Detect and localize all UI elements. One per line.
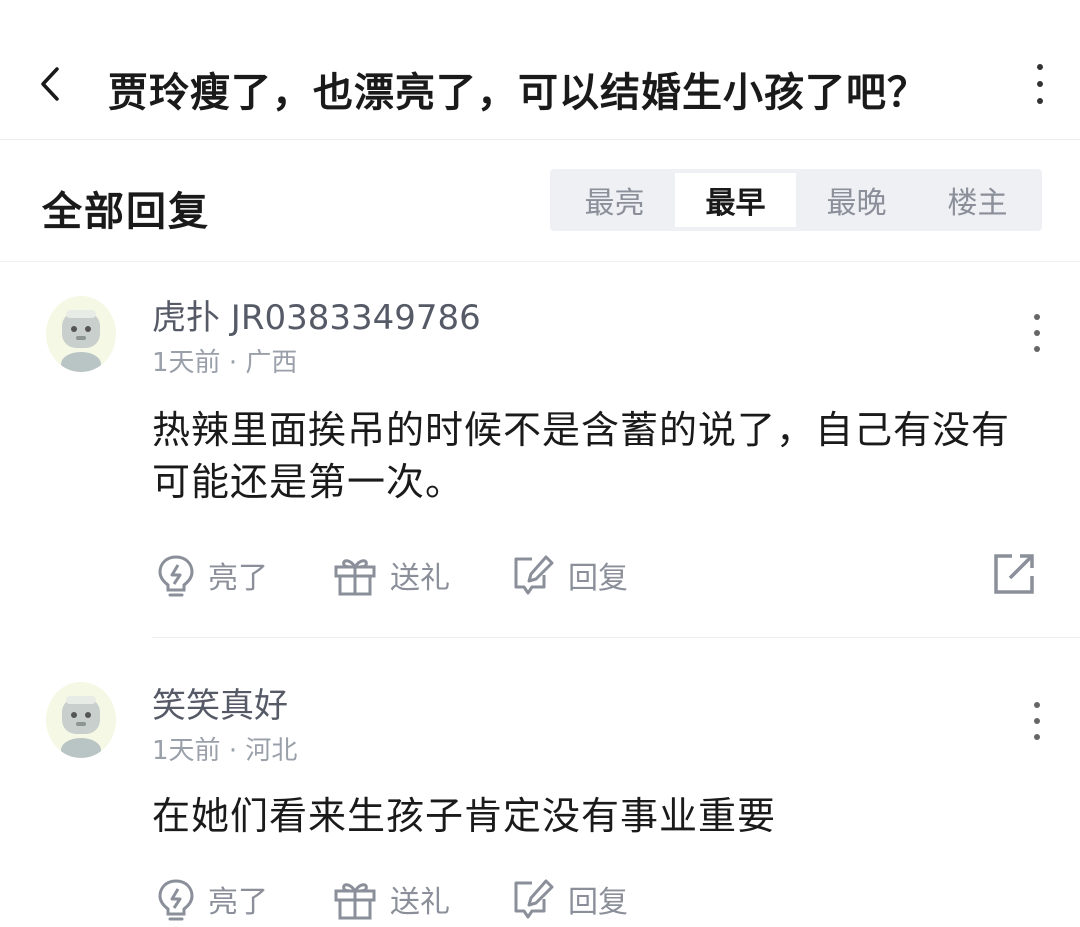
- reply-more-button[interactable]: [1032, 314, 1042, 352]
- lightbulb-icon: [158, 879, 194, 921]
- like-label: 亮了: [208, 885, 268, 920]
- meta-separator: ·: [228, 348, 246, 378]
- more-dot-icon: [1034, 346, 1040, 352]
- like-label: 亮了: [208, 561, 268, 596]
- reply-label: 回复: [568, 885, 628, 920]
- sort-tabs: 最亮 最早 最晚 楼主: [550, 169, 1042, 231]
- more-dot-icon: [1034, 702, 1040, 708]
- tab-op-only[interactable]: 楼主: [917, 173, 1038, 227]
- gift-icon: [334, 883, 376, 920]
- default-avatar-icon: [61, 310, 101, 372]
- lightbulb-icon: [158, 555, 194, 597]
- more-dot-icon: [1034, 734, 1040, 740]
- chevron-left-icon: [41, 67, 59, 101]
- meta-separator: ·: [228, 736, 246, 766]
- replies-section-header: 全部回复 最亮 最早 最晚 楼主: [0, 141, 1080, 261]
- reply-button[interactable]: 回复: [510, 874, 628, 924]
- reply-meta: 1天前 · 河北: [152, 730, 297, 767]
- tab-earliest[interactable]: 最早: [675, 173, 796, 227]
- reply-location: 广西: [245, 348, 298, 378]
- gift-button[interactable]: 送礼: [332, 550, 450, 600]
- more-dot-icon: [1037, 64, 1043, 70]
- reply-time: 1天前: [152, 348, 221, 378]
- gift-button[interactable]: 送礼: [332, 874, 450, 924]
- reply-button[interactable]: 回复: [510, 550, 628, 600]
- gift-icon: [334, 559, 376, 596]
- more-dot-icon: [1034, 330, 1040, 336]
- like-button[interactable]: 亮了: [156, 874, 268, 924]
- avatar[interactable]: [46, 682, 116, 758]
- default-avatar-icon: [61, 696, 101, 758]
- reply-actions: 亮了 送礼 回复: [152, 550, 1042, 600]
- more-dot-icon: [1034, 718, 1040, 724]
- reply-content: 热辣里面挨吊的时候不是含蓄的说了，自己有没有可能还是第一次。: [152, 408, 1011, 504]
- page-title: 贾玲瘦了，也漂亮了，可以结婚生小孩了吧？: [108, 70, 928, 116]
- tab-latest[interactable]: 最晚: [796, 173, 917, 227]
- reply-item: 笑笑真好 1天前 · 河北 在她们看来生孩子肯定没有事业重要 亮了 送礼 回复: [0, 638, 1080, 927]
- reply-content: 在她们看来生孩子肯定没有事业重要: [152, 794, 777, 838]
- reply-item: 虎扑 JR0383349786 1天前 · 广西 热辣里面挨吊的时候不是含蓄的说…: [0, 262, 1080, 638]
- username[interactable]: 笑笑真好: [152, 678, 288, 727]
- reply-actions: 亮了 送礼 回复: [152, 874, 1042, 924]
- edit-comment-icon: [514, 879, 554, 919]
- reply-meta: 1天前 · 广西: [152, 342, 297, 379]
- like-button[interactable]: 亮了: [156, 550, 268, 600]
- edit-comment-icon: [514, 555, 554, 595]
- share-icon: [994, 554, 1034, 594]
- gift-label: 送礼: [390, 885, 450, 920]
- avatar[interactable]: [46, 296, 116, 372]
- share-button[interactable]: [992, 552, 1036, 596]
- top-nav-bar: 贾玲瘦了，也漂亮了，可以结婚生小孩了吧？: [0, 0, 1080, 140]
- back-button[interactable]: [30, 62, 70, 106]
- more-options-button[interactable]: [1030, 64, 1050, 104]
- reply-time: 1天前: [152, 736, 221, 766]
- gift-label: 送礼: [390, 561, 450, 596]
- more-dot-icon: [1037, 81, 1043, 87]
- reply-more-button[interactable]: [1032, 702, 1042, 740]
- username[interactable]: 虎扑 JR0383349786: [152, 290, 481, 339]
- section-title: 全部回复: [42, 189, 210, 235]
- reply-label: 回复: [568, 561, 628, 596]
- reply-location: 河北: [245, 736, 298, 766]
- more-dot-icon: [1037, 98, 1043, 104]
- more-dot-icon: [1034, 314, 1040, 320]
- tab-brightest[interactable]: 最亮: [554, 173, 675, 227]
